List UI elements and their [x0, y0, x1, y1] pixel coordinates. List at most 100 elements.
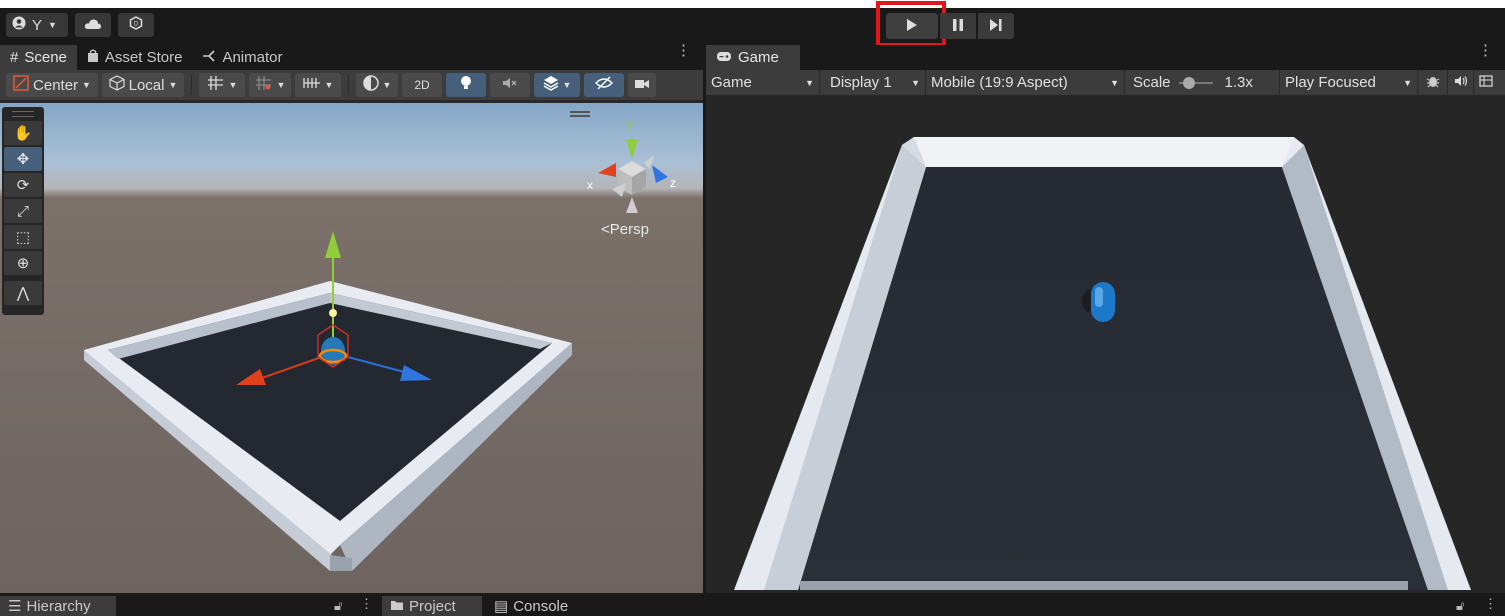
- bug-toggle[interactable]: [1418, 70, 1448, 95]
- hierarchy-more-icon[interactable]: ⋮: [360, 596, 373, 612]
- collab-icon: D: [129, 16, 143, 34]
- persp-label: Persp: [609, 221, 649, 238]
- slider-thumb[interactable]: [1182, 76, 1195, 89]
- step-button[interactable]: [978, 13, 1014, 39]
- grid-icon: #: [10, 49, 19, 66]
- stats-toggle[interactable]: [1474, 70, 1494, 95]
- game-panel: Game ⋮ Game ▼ Display 1 ▼ Mobile (19:9 A…: [706, 43, 1505, 593]
- toggle-2d-button[interactable]: 2D: [402, 73, 442, 97]
- display-select-label: Display 1: [830, 74, 892, 91]
- lightbulb-icon: [460, 75, 472, 95]
- custom-tool-button[interactable]: ⋀: [4, 281, 42, 305]
- scale-slider[interactable]: [1178, 76, 1213, 89]
- gamepad-icon: [716, 49, 732, 66]
- shading-mode-dropdown[interactable]: ▼: [356, 73, 398, 97]
- tab-animator[interactable]: Animator: [192, 45, 292, 70]
- scale-value: 1.3x: [1224, 74, 1253, 91]
- camera-dropdown[interactable]: [628, 73, 656, 97]
- space-dropdown[interactable]: Local ▼: [102, 73, 184, 97]
- tab-project[interactable]: Project: [382, 596, 482, 616]
- play-button-highlight: [876, 1, 946, 47]
- scene-toolbar: Center ▼ Local ▼ ▼ ▼ ▼ ▼ 2D ▼: [0, 70, 703, 100]
- scene-visibility-toggle[interactable]: [584, 73, 624, 97]
- tools-grip[interactable]: [12, 111, 34, 117]
- move-tool-button[interactable]: ✥: [4, 147, 42, 171]
- view-select[interactable]: Game ▼: [706, 70, 820, 95]
- cloud-icon: [84, 17, 102, 34]
- chevron-down-icon: ▼: [382, 80, 392, 90]
- play-mode-select[interactable]: Play Focused ▼: [1280, 70, 1418, 95]
- scene-tabbar: # Scene Asset Store Animator ⋮: [0, 43, 703, 70]
- scene-viewport[interactable]: y x z <Persp ✋ ✥ ⟳ ⤢ ⬚ ⊕ ⋀: [0, 103, 703, 593]
- gizmo-z-label: z: [670, 176, 676, 190]
- pause-icon: [953, 18, 963, 35]
- bug-icon: [1426, 74, 1440, 92]
- tab-scene[interactable]: # Scene: [0, 45, 77, 70]
- increment-snap-dropdown[interactable]: ▼: [249, 73, 291, 97]
- audio-mute-toggle[interactable]: [1448, 70, 1474, 95]
- tab-asset-store[interactable]: Asset Store: [77, 45, 193, 70]
- tab-console[interactable]: ▤ Console: [486, 596, 586, 616]
- pivot-label: Center: [33, 76, 79, 94]
- gizmo-y-label: y: [627, 117, 633, 131]
- tab-asset-store-label: Asset Store: [104, 49, 183, 66]
- play-mode-label: Play Focused: [1285, 74, 1376, 91]
- game-view[interactable]: [706, 95, 1505, 593]
- chevron-down-icon: ▼: [324, 80, 334, 90]
- rect-icon: ⬚: [15, 229, 31, 246]
- pivot-dropdown[interactable]: Center ▼: [6, 73, 98, 97]
- transform-tool-button[interactable]: ⊕: [4, 251, 42, 275]
- toolbar-divider: [348, 75, 349, 95]
- rect-tool-button[interactable]: ⬚: [4, 225, 42, 249]
- display-select[interactable]: Display 1 ▼: [820, 70, 926, 95]
- pivot-icon: [13, 75, 29, 95]
- overlay-drag-handle[interactable]: [570, 111, 590, 117]
- grid-snap-dropdown[interactable]: ▼: [199, 73, 245, 97]
- scale-label: Scale: [1133, 74, 1171, 91]
- list-icon: ☰: [8, 598, 22, 615]
- game-more-menu-icon[interactable]: ⋮: [1478, 43, 1493, 58]
- scene-more-menu-icon[interactable]: ⋮: [676, 43, 691, 58]
- toolbar-divider: [191, 75, 192, 95]
- ruler-icon: [302, 76, 321, 94]
- custom-tool-icon: ⋀: [16, 285, 30, 302]
- effects-dropdown[interactable]: ▼: [534, 73, 580, 97]
- tab-scene-label: Scene: [24, 49, 67, 66]
- tab-project-label: Project: [409, 597, 456, 615]
- project-more-icon[interactable]: ⋮: [1484, 596, 1497, 612]
- tools-overlay: ✋ ✥ ⟳ ⤢ ⬚ ⊕ ⋀: [2, 107, 44, 315]
- chevron-down-icon: ▼: [276, 80, 286, 90]
- persp-toggle[interactable]: <Persp: [601, 221, 649, 238]
- audio-toggle[interactable]: [490, 73, 530, 97]
- pause-button[interactable]: [940, 13, 976, 39]
- lighting-toggle[interactable]: [446, 73, 486, 97]
- animator-icon: [202, 49, 216, 66]
- hierarchy-lock-icon[interactable]: 🔓︎: [334, 598, 342, 614]
- scale-tool-button[interactable]: ⤢: [4, 199, 42, 223]
- chevron-down-icon: ▼: [1110, 77, 1119, 88]
- folder-icon: [390, 598, 404, 615]
- chevron-down-icon: ▼: [562, 80, 572, 90]
- aspect-select[interactable]: Mobile (19:9 Aspect) ▼: [926, 70, 1125, 95]
- tab-console-label: Console: [513, 597, 569, 615]
- chevron-down-icon: ▼: [228, 80, 238, 90]
- tab-hierarchy[interactable]: ☰ Hierarchy: [0, 596, 116, 616]
- tab-game-label: Game: [738, 49, 779, 66]
- collab-button[interactable]: D: [118, 13, 154, 37]
- view-select-label: Game: [711, 74, 752, 91]
- stats-icon: [1479, 74, 1493, 91]
- project-lock-icon[interactable]: 🔓︎: [1456, 598, 1464, 614]
- hand-tool-button[interactable]: ✋: [4, 121, 42, 145]
- camera-icon: [634, 77, 650, 94]
- tab-game[interactable]: Game: [706, 45, 800, 70]
- account-icon: [12, 16, 26, 34]
- chevron-down-icon: ▼: [48, 20, 57, 30]
- snap-settings-dropdown[interactable]: ▼: [295, 73, 341, 97]
- account-dropdown[interactable]: Y ▼: [6, 13, 68, 37]
- rotate-tool-button[interactable]: ⟳: [4, 173, 42, 197]
- game-tabbar: Game ⋮: [706, 43, 1505, 70]
- step-icon: [990, 18, 1002, 35]
- chevron-down-icon: ▼: [805, 77, 814, 88]
- cloud-button[interactable]: [75, 13, 111, 37]
- bottom-tabbar: ☰ Hierarchy 🔓︎ ⋮ Project ▤ Console 🔓︎ ⋮: [0, 596, 1505, 616]
